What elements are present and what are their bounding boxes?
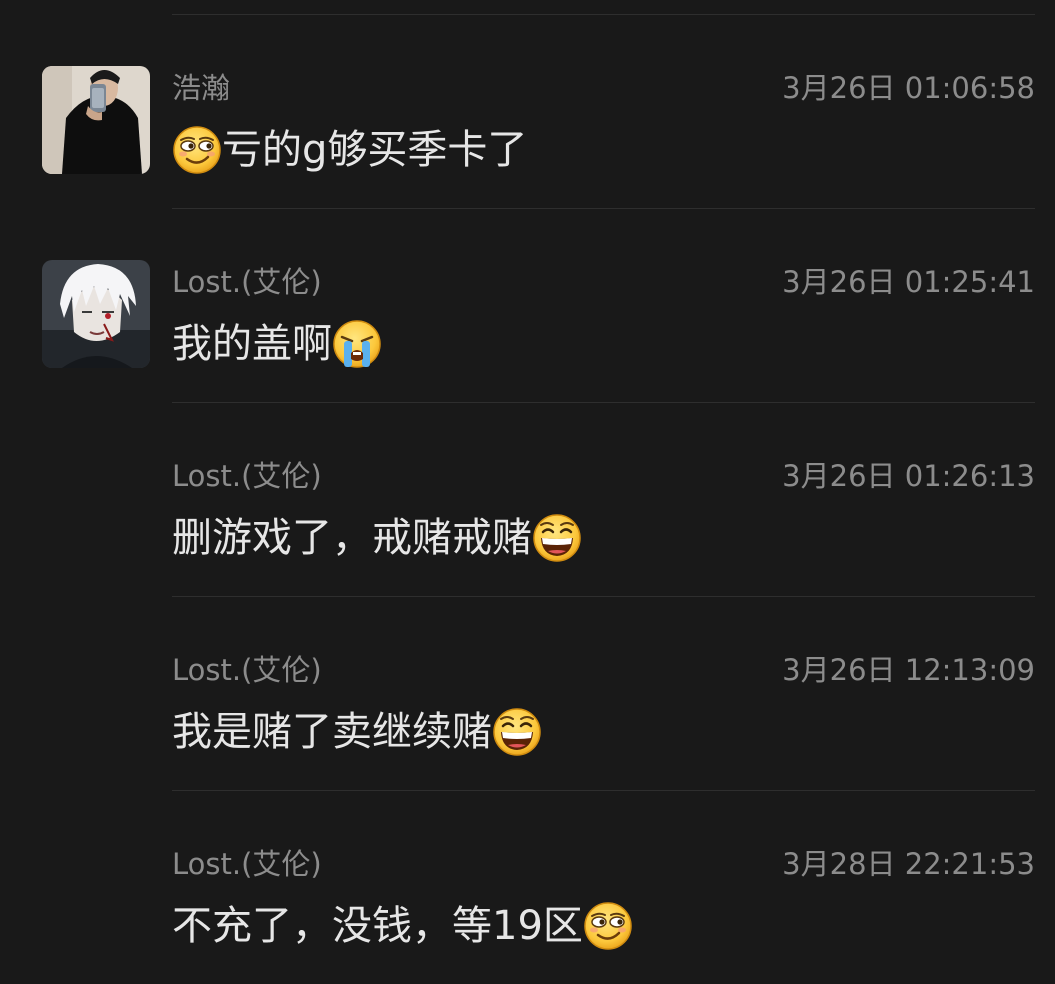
message-item[interactable]: 浩瀚 3月26日 01:06:58 亏的g够买季卡了 bbox=[0, 14, 1055, 208]
message-timestamp: 3月26日 01:06:58 bbox=[782, 71, 1035, 105]
white-hair-anime-avatar bbox=[42, 260, 150, 368]
message-text-content: 我是赌了卖继续赌 bbox=[172, 709, 492, 755]
message-item[interactable]: Lost.(艾伦) 3月26日 12:13:09 我是赌了卖继续赌 bbox=[0, 596, 1055, 790]
message-item[interactable]: Lost.(艾伦) 3月28日 22:21:53 不充了，没钱，等19区 bbox=[0, 790, 1055, 984]
message-text-content: 不充了，没钱，等19区 bbox=[172, 903, 583, 949]
avatar[interactable] bbox=[42, 66, 150, 174]
sender-name[interactable]: 浩瀚 bbox=[172, 70, 230, 106]
message-text-content: 我的盖啊 bbox=[172, 321, 332, 367]
sender-name[interactable]: Lost.(艾伦) bbox=[172, 652, 322, 688]
sender-name[interactable]: Lost.(艾伦) bbox=[172, 846, 322, 882]
message-text: 删游戏了，戒赌戒赌 bbox=[172, 510, 582, 566]
message-item[interactable]: Lost.(艾伦) 3月26日 01:26:13 删游戏了，戒赌戒赌 bbox=[0, 402, 1055, 596]
message-text: 亏的g够买季卡了 bbox=[172, 122, 527, 178]
sender-name[interactable]: Lost.(艾伦) bbox=[172, 264, 322, 300]
message-timestamp: 3月26日 01:25:41 bbox=[782, 265, 1035, 299]
avatar[interactable] bbox=[42, 260, 150, 368]
message-text: 我是赌了卖继续赌 bbox=[172, 704, 542, 760]
person-dark-avatar bbox=[42, 66, 150, 174]
message-item[interactable]: Lost.(艾伦) 3月26日 01:25:41 我的盖啊 bbox=[0, 208, 1055, 402]
message-timestamp: 3月26日 12:13:09 bbox=[782, 653, 1035, 687]
crying-face-icon bbox=[332, 319, 382, 369]
grin-face-icon bbox=[492, 707, 542, 757]
message-timestamp: 3月28日 22:21:53 bbox=[782, 847, 1035, 881]
sender-name[interactable]: Lost.(艾伦) bbox=[172, 458, 322, 494]
smirk-face-icon bbox=[172, 125, 222, 175]
message-text-content: 删游戏了，戒赌戒赌 bbox=[172, 515, 532, 561]
smirk-face-icon bbox=[583, 901, 633, 951]
grin-face-icon bbox=[532, 513, 582, 563]
message-timestamp: 3月26日 01:26:13 bbox=[782, 459, 1035, 493]
message-text: 不充了，没钱，等19区 bbox=[172, 898, 633, 954]
message-text: 我的盖啊 bbox=[172, 316, 382, 372]
message-text-content: 亏的g够买季卡了 bbox=[222, 127, 528, 173]
